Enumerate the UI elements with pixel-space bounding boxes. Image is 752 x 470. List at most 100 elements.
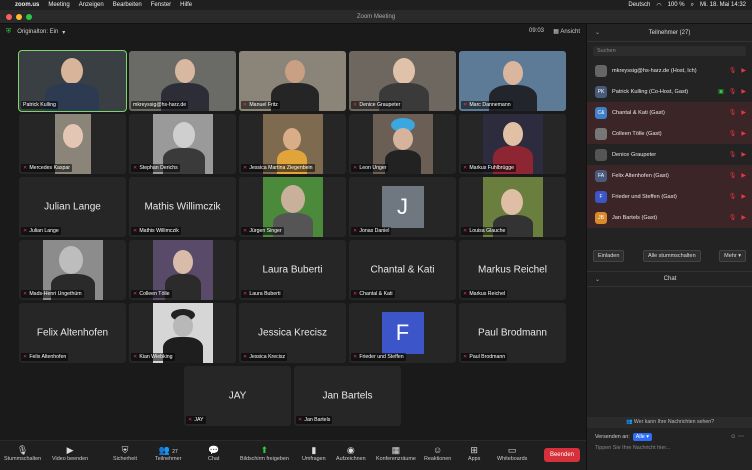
language-indicator[interactable]: Deutsch bbox=[628, 2, 650, 8]
video-off-icon[interactable]: ▶ bbox=[741, 109, 746, 116]
invite-button[interactable]: Einladen bbox=[593, 250, 625, 262]
reactions-button[interactable]: ☺ Reaktionen bbox=[424, 444, 451, 462]
close-window-button[interactable] bbox=[6, 14, 12, 20]
video-tile[interactable]: ✕ Mads-Henri Ungethüm bbox=[19, 240, 126, 300]
search-icon[interactable]: ⌕ bbox=[691, 2, 694, 9]
tile-label: ✕ Denice Graupeter bbox=[351, 101, 403, 109]
more-label: Mehr bbox=[724, 253, 737, 259]
muted-mic-icon: ✕ bbox=[353, 354, 358, 360]
whiteboards-button[interactable]: ▭ Whiteboards bbox=[497, 444, 527, 462]
maximize-window-button[interactable] bbox=[26, 14, 32, 20]
video-tile[interactable]: JAY ✕ JAY bbox=[184, 366, 291, 426]
avatar bbox=[595, 127, 607, 140]
menu-edit[interactable]: Bearbeiten bbox=[113, 2, 142, 8]
participant-row[interactable]: JB Jan Bartels (Gast) 🎙 ▶ bbox=[587, 207, 752, 228]
video-tile[interactable]: Laura Buberti ✕ Laura Buberti bbox=[239, 240, 346, 300]
video-tile[interactable]: ✕ Jürgen Singer bbox=[239, 177, 346, 237]
menu-view[interactable]: Anzeigen bbox=[79, 2, 104, 8]
muted-mic-icon[interactable]: 🎙 bbox=[729, 109, 737, 116]
chevron-down-icon[interactable]: ⌄ bbox=[595, 276, 600, 283]
wifi-icon[interactable]: ◠ bbox=[656, 2, 661, 9]
breakout-rooms-button[interactable]: ▦ Konferenzräume bbox=[376, 444, 416, 462]
chat-button[interactable]: 💬 Chat bbox=[208, 444, 219, 462]
menu-app-name[interactable]: zoom.us bbox=[15, 2, 39, 8]
clock[interactable]: Mi. 18. Mai 14:32 bbox=[700, 2, 746, 8]
security-button[interactable]: ⛨ Sicherheit bbox=[113, 444, 137, 462]
video-tile[interactable]: ✕ Markus Fuhlbrügge bbox=[459, 114, 566, 174]
video-tile[interactable]: ✕ Kian Wiebking bbox=[129, 303, 236, 363]
menu-help[interactable]: Hilfe bbox=[180, 2, 192, 8]
menu-meeting[interactable]: Meeting bbox=[48, 2, 69, 8]
more-button[interactable]: Mehr ▾ bbox=[719, 250, 746, 262]
muted-mic-icon[interactable]: 🎙 bbox=[729, 130, 737, 137]
participant-row[interactable]: C& Chantal & Kati (Gast) 🎙 ▶ bbox=[587, 102, 752, 123]
chevron-down-icon[interactable]: ▾ bbox=[62, 29, 65, 36]
muted-mic-icon[interactable]: 🎙 bbox=[729, 67, 737, 74]
shield-icon[interactable]: ⛨ bbox=[6, 28, 11, 36]
video-tile[interactable]: J ✕ Jonas Daniel bbox=[349, 177, 456, 237]
end-meeting-button[interactable]: Beenden bbox=[543, 448, 580, 462]
participant-row[interactable]: F Frieder und Steffen (Gast) 🎙 ▶ bbox=[587, 186, 752, 207]
video-tile[interactable]: ✕ Marc Dannemann bbox=[459, 51, 566, 111]
video-tile[interactable]: ✕ Manuel Fritz bbox=[239, 51, 346, 111]
record-button[interactable]: ◉ Aufzeichnen bbox=[336, 444, 366, 462]
chat-message-input[interactable]: Tippen Sie Ihre Nachricht hier... bbox=[595, 445, 670, 451]
video-tile[interactable]: Jan Bartels ✕ Jan Bartels bbox=[294, 366, 401, 426]
view-button[interactable]: ▦ Ansicht bbox=[553, 28, 580, 35]
participant-row[interactable]: mkreyssig@hs-harz.de (Host, Ich) 🎙 ▶ bbox=[587, 60, 752, 81]
video-tile[interactable]: ✕ Mercedes Kaspar bbox=[19, 114, 126, 174]
video-off-icon[interactable]: ▶ bbox=[741, 193, 746, 200]
muted-mic-icon[interactable]: 🎙 bbox=[729, 151, 737, 158]
participant-row[interactable]: Denice Graupeter 🎙 ▶ bbox=[587, 144, 752, 165]
muted-mic-icon: ✕ bbox=[463, 291, 468, 297]
video-tile[interactable]: Chantal & Kati ✕ Chantal & Kati bbox=[349, 240, 456, 300]
emoji-icon[interactable]: ☺ bbox=[730, 434, 736, 440]
video-tile[interactable]: Markus Reichel ✕ Markus Reichel bbox=[459, 240, 566, 300]
video-tile[interactable]: ✕ Jessica Martina Ziegenbein bbox=[239, 114, 346, 174]
participant-row[interactable]: Colleen Tölle (Gast) 🎙 ▶ bbox=[587, 123, 752, 144]
mute-all-button[interactable]: Alle stummschalten bbox=[642, 250, 701, 262]
participants-search-input[interactable]: Suchen bbox=[593, 46, 746, 56]
mute-button[interactable]: 🎙 Stummschalten bbox=[4, 444, 41, 462]
video-tile[interactable]: F ✕ Frieder und Steffen bbox=[349, 303, 456, 363]
video-tile[interactable]: ✕ Denice Graupeter bbox=[349, 51, 456, 111]
video-tile[interactable]: ✕ Louisa Glauche bbox=[459, 177, 566, 237]
participants-button[interactable]: 👥 27 Teilnehmer bbox=[155, 444, 181, 462]
video-off-icon[interactable]: ▶ bbox=[741, 130, 746, 137]
muted-mic-icon[interactable]: 🎙 bbox=[729, 88, 737, 95]
video-off-icon[interactable]: ▶ bbox=[741, 88, 746, 95]
video-off-icon[interactable]: ▶ bbox=[741, 172, 746, 179]
more-dots-icon[interactable]: ⋯ bbox=[738, 434, 744, 440]
video-tile[interactable]: Jessica Krecisz ✕ Jessica Krecisz bbox=[239, 303, 346, 363]
video-tile[interactable]: mkreyssig@hs-harz.de bbox=[129, 51, 236, 111]
participant-row[interactable]: PK Patrick Kulling (Co-Host, Gast) ▣ 🎙 ▶ bbox=[587, 81, 752, 102]
menu-window[interactable]: Fenster bbox=[151, 2, 171, 8]
original-sound-toggle[interactable]: Originalton: Ein bbox=[17, 29, 58, 35]
tile-label: ✕ Louisa Glauche bbox=[461, 227, 508, 235]
battery-percent[interactable]: 100 % bbox=[668, 2, 685, 8]
video-tile[interactable]: Mathis Willimczik ✕ Mathis Willimczik bbox=[129, 177, 236, 237]
muted-mic-icon[interactable]: 🎙 bbox=[729, 193, 737, 200]
apps-button[interactable]: ⊞ Apps bbox=[468, 444, 480, 462]
chevron-down-icon[interactable]: ⌄ bbox=[595, 29, 600, 36]
tile-label: ✕ Stephan Derichs bbox=[131, 164, 180, 172]
polls-button[interactable]: ▮ Umfragen bbox=[302, 444, 326, 462]
minimize-window-button[interactable] bbox=[16, 14, 22, 20]
muted-mic-icon[interactable]: 🎙 bbox=[729, 172, 737, 179]
send-to-dropdown[interactable]: Alle ▾ bbox=[632, 433, 652, 441]
video-tile[interactable]: ✕ Colleen Tölle bbox=[129, 240, 236, 300]
video-tile[interactable]: ✕ Stephan Derichs bbox=[129, 114, 236, 174]
who-can-see-messages-link[interactable]: 👥 Wer kann Ihre Nachrichten sehen? bbox=[587, 417, 752, 428]
video-off-icon[interactable]: ▶ bbox=[741, 67, 746, 74]
video-off-icon[interactable]: ▶ bbox=[741, 214, 746, 221]
stop-video-button[interactable]: ▶ Video beenden bbox=[52, 444, 88, 462]
share-screen-button[interactable]: ⬆ Bildschirm freigeben bbox=[240, 444, 289, 462]
video-tile[interactable]: Felix Altenhofen ✕ Felix Altenhofen bbox=[19, 303, 126, 363]
video-tile[interactable]: Paul Brodmann ✕ Paul Brodmann bbox=[459, 303, 566, 363]
video-tile[interactable]: Julian Lange ✕ Julian Lange bbox=[19, 177, 126, 237]
video-off-icon[interactable]: ▶ bbox=[741, 151, 746, 158]
video-tile[interactable]: Patrick Kulling bbox=[18, 50, 127, 112]
muted-mic-icon[interactable]: 🎙 bbox=[729, 214, 737, 221]
participant-row[interactable]: FA Felix Altenhofen (Gast) 🎙 ▶ bbox=[587, 165, 752, 186]
video-tile[interactable]: ✕ Leon Unger bbox=[349, 114, 456, 174]
